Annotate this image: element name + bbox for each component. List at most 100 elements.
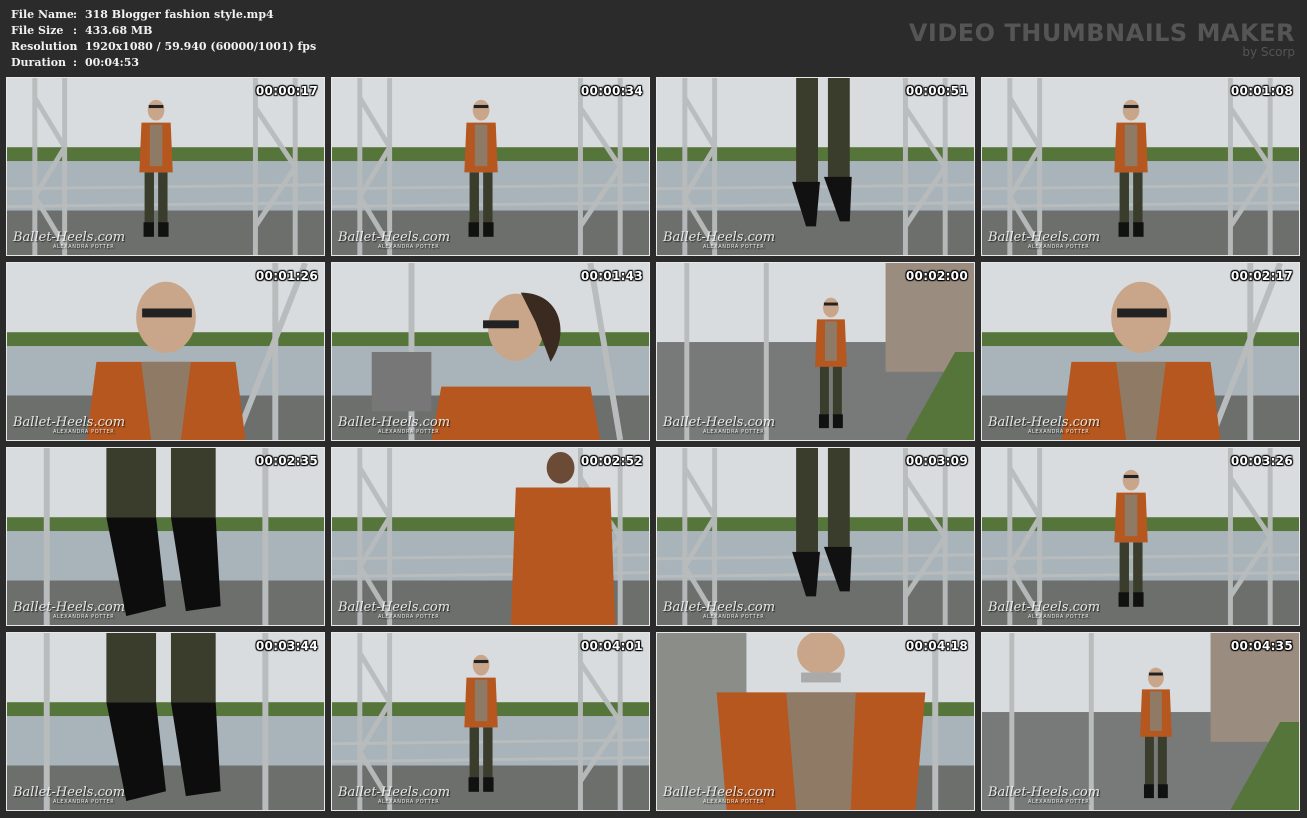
thumbnail-frame [7,448,324,625]
video-thumbnail[interactable]: 00:03:44 Ballet-Heels.com ALEXANDRA POTT… [6,632,325,811]
watermark-text: Ballet-Heels.com [338,600,451,615]
thumbnail-timestamp: 00:04:35 [1230,639,1293,653]
thumbnail-frame [7,263,324,440]
watermark-logo: Ballet-Heels.com ALEXANDRA POTTER [13,786,125,806]
thumbnail-frame [982,633,1299,810]
thumbnail-timestamp: 00:00:34 [580,84,643,98]
thumbnail-timestamp: 00:03:26 [1230,454,1293,468]
resolution-value: 1920x1080 / 59.940 (60000/1001) fps [85,40,317,53]
watermark-subtext: ALEXANDRA POTTER [703,614,765,620]
thumbnail-frame [657,78,974,255]
watermark-logo: Ballet-Heels.com ALEXANDRA POTTER [988,786,1100,806]
video-thumbnail[interactable]: 00:03:09 Ballet-Heels.com ALEXANDRA POTT… [656,447,975,626]
separator: : [73,40,78,53]
thumbnail-timestamp: 00:02:52 [580,454,643,468]
video-thumbnail[interactable]: 00:04:01 Ballet-Heels.com ALEXANDRA POTT… [331,632,650,811]
video-thumbnail[interactable]: 00:02:17 Ballet-Heels.com ALEXANDRA POTT… [981,262,1300,441]
watermark-logo: Ballet-Heels.com ALEXANDRA POTTER [13,601,125,621]
file-size-value: 433.68 MB [85,24,153,37]
thumbnail-timestamp: 00:02:17 [1230,269,1293,283]
watermark-text: Ballet-Heels.com [338,415,451,430]
watermark-subtext: ALEXANDRA POTTER [53,429,115,435]
thumbnail-timestamp: 00:01:08 [1230,84,1293,98]
thumbnail-frame [657,633,974,810]
thumbnail-timestamp: 00:03:44 [255,639,318,653]
watermark-subtext: ALEXANDRA POTTER [378,244,440,250]
brand-subtitle: by Scorp [1242,45,1295,59]
watermark-subtext: ALEXANDRA POTTER [378,429,440,435]
thumbnail-timestamp: 00:00:17 [255,84,318,98]
video-thumbnail[interactable]: 00:04:35 Ballet-Heels.com ALEXANDRA POTT… [981,632,1300,811]
video-thumbnail[interactable]: 00:00:51 Ballet-Heels.com ALEXANDRA POTT… [656,77,975,256]
watermark-logo: Ballet-Heels.com ALEXANDRA POTTER [663,231,775,251]
watermark-logo: Ballet-Heels.com ALEXANDRA POTTER [988,416,1100,436]
video-thumbnail[interactable]: 00:01:26 Ballet-Heels.com ALEXANDRA POTT… [6,262,325,441]
thumbnail-frame [7,633,324,810]
video-thumbnail[interactable]: 00:02:35 Ballet-Heels.com ALEXANDRA POTT… [6,447,325,626]
watermark-logo: Ballet-Heels.com ALEXANDRA POTTER [13,416,125,436]
thumbnail-grid: 00:00:17 Ballet-Heels.com ALEXANDRA POTT… [6,77,1302,812]
video-thumbnail[interactable]: 00:02:52 Ballet-Heels.com ALEXANDRA POTT… [331,447,650,626]
thumbnail-frame [332,633,649,810]
video-thumbnail[interactable]: 00:00:34 Ballet-Heels.com ALEXANDRA POTT… [331,77,650,256]
contact-sheet: File Name : 318 Blogger fashion style.mp… [0,0,1307,818]
duration-label: Duration [11,56,67,69]
watermark-logo: Ballet-Heels.com ALEXANDRA POTTER [338,601,450,621]
separator: : [73,56,78,69]
watermark-subtext: ALEXANDRA POTTER [53,799,115,805]
video-thumbnail[interactable]: 00:00:17 Ballet-Heels.com ALEXANDRA POTT… [6,77,325,256]
thumbnail-timestamp: 00:00:51 [905,84,968,98]
file-name-label: File Name [11,8,74,21]
watermark-subtext: ALEXANDRA POTTER [1028,244,1090,250]
watermark-logo: Ballet-Heels.com ALEXANDRA POTTER [988,231,1100,251]
watermark-text: Ballet-Heels.com [663,230,776,245]
watermark-text: Ballet-Heels.com [663,600,776,615]
duration-row: Duration : 00:04:53 [11,55,316,71]
watermark-subtext: ALEXANDRA POTTER [378,799,440,805]
watermark-subtext: ALEXANDRA POTTER [1028,799,1090,805]
watermark-text: Ballet-Heels.com [13,415,126,430]
video-thumbnail[interactable]: 00:02:00 Ballet-Heels.com ALEXANDRA POTT… [656,262,975,441]
thumbnail-frame [982,263,1299,440]
watermark-logo: Ballet-Heels.com ALEXANDRA POTTER [338,786,450,806]
watermark-subtext: ALEXANDRA POTTER [378,614,440,620]
thumbnail-frame [657,448,974,625]
thumbnail-frame [657,263,974,440]
file-size-label: File Size [11,24,64,37]
video-thumbnail[interactable]: 00:03:26 Ballet-Heels.com ALEXANDRA POTT… [981,447,1300,626]
watermark-text: Ballet-Heels.com [338,230,451,245]
file-size-row: File Size : 433.68 MB [11,23,316,39]
watermark-text: Ballet-Heels.com [663,785,776,800]
watermark-subtext: ALEXANDRA POTTER [703,244,765,250]
watermark-text: Ballet-Heels.com [988,600,1101,615]
separator: : [73,8,78,21]
watermark-subtext: ALEXANDRA POTTER [703,429,765,435]
resolution-row: Resolution : 1920x1080 / 59.940 (60000/1… [11,39,316,55]
video-thumbnail[interactable]: 00:01:08 Ballet-Heels.com ALEXANDRA POTT… [981,77,1300,256]
watermark-subtext: ALEXANDRA POTTER [1028,614,1090,620]
thumbnail-timestamp: 00:02:00 [905,269,968,283]
video-thumbnail[interactable]: 00:04:18 Ballet-Heels.com ALEXANDRA POTT… [656,632,975,811]
thumbnail-frame [982,78,1299,255]
thumbnail-timestamp: 00:04:18 [905,639,968,653]
thumbnail-timestamp: 00:03:09 [905,454,968,468]
thumbnail-frame [7,78,324,255]
watermark-text: Ballet-Heels.com [988,415,1101,430]
watermark-text: Ballet-Heels.com [13,230,126,245]
video-thumbnail[interactable]: 00:01:43 Ballet-Heels.com ALEXANDRA POTT… [331,262,650,441]
watermark-subtext: ALEXANDRA POTTER [1028,429,1090,435]
thumbnail-frame [332,78,649,255]
watermark-logo: Ballet-Heels.com ALEXANDRA POTTER [663,416,775,436]
watermark-text: Ballet-Heels.com [663,415,776,430]
watermark-text: Ballet-Heels.com [338,785,451,800]
thumbnail-timestamp: 00:04:01 [580,639,643,653]
watermark-subtext: ALEXANDRA POTTER [53,244,115,250]
thumbnail-frame [332,448,649,625]
watermark-text: Ballet-Heels.com [13,600,126,615]
thumbnail-frame [332,263,649,440]
brand-title: VIDEO THUMBNAILS MAKER [908,19,1295,47]
thumbnail-frame [982,448,1299,625]
watermark-logo: Ballet-Heels.com ALEXANDRA POTTER [988,601,1100,621]
thumbnail-timestamp: 00:02:35 [255,454,318,468]
watermark-logo: Ballet-Heels.com ALEXANDRA POTTER [663,786,775,806]
